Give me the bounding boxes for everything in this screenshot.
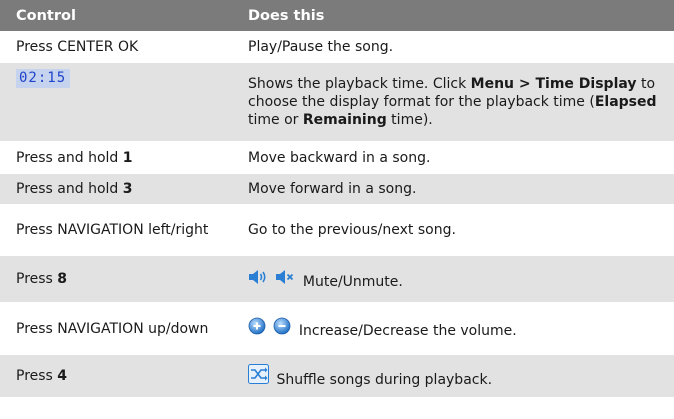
description-text: Shuffle songs during playback.: [276, 371, 493, 388]
remaining-option-text: Remaining: [302, 112, 387, 128]
table-row: 02:15 Shows the playback time. Click Men…: [0, 62, 674, 142]
description-cell: Move backward in a song.: [234, 141, 674, 174]
speaker-mute-icon: [275, 268, 295, 291]
table-row: Press and hold 1 Move backward in a song…: [0, 141, 674, 174]
description-text: time or: [248, 112, 303, 128]
description-text: time).: [386, 112, 433, 128]
description-cell: Shows the playback time. Click Menu > Ti…: [234, 62, 674, 142]
control-cell: Press and hold 1: [0, 141, 234, 174]
key-label: 4: [57, 368, 68, 384]
menu-path-text: Menu > Time Display: [470, 76, 637, 92]
description-text: Increase/Decrease the volume.: [298, 323, 517, 339]
control-cell: Press and hold 3: [0, 173, 234, 205]
control-text: Press and hold: [16, 181, 123, 197]
description-cell: Shuffle songs during playback.: [234, 354, 674, 398]
control-cell: Press CENTER OK: [0, 31, 234, 63]
control-cell: Press 8: [0, 255, 234, 303]
elapsed-option-text: Elapsed: [594, 94, 657, 110]
control-cell: 02:15: [0, 62, 234, 142]
description-cell: Increase/Decrease the volume.: [234, 302, 674, 355]
key-label: 1: [122, 149, 133, 166]
control-text: Press: [16, 271, 58, 287]
description-cell: Mute/Unmute.: [234, 255, 674, 303]
table-row: Press and hold 3 Move forward in a song.: [0, 173, 674, 205]
key-label: 3: [122, 181, 133, 197]
column-header-does-this: Does this: [234, 0, 674, 32]
column-header-control: Control: [0, 0, 234, 32]
description-text: Mute/Unmute.: [302, 273, 403, 290]
control-text: Press and hold: [16, 149, 123, 166]
volume-down-icon: [273, 317, 291, 340]
table-row: Press NAVIGATION left/right Go to the pr…: [0, 204, 674, 256]
control-cell: Press 4: [0, 354, 234, 398]
key-label: 8: [57, 271, 68, 287]
description-text: Shows the playback time. Click: [248, 76, 471, 92]
table-row: Press NAVIGATION up/down Increase/Decrea…: [0, 302, 674, 355]
speaker-on-icon: [248, 268, 268, 291]
volume-up-icon: [248, 317, 266, 340]
control-cell: Press NAVIGATION up/down: [0, 302, 234, 355]
control-text: Press: [16, 368, 58, 384]
table-row: Press 4 Shuffle songs during playback.: [0, 354, 674, 398]
shuffle-icon: [248, 363, 269, 389]
control-cell: Press NAVIGATION left/right: [0, 204, 234, 256]
table-row: Press 8 Mute/Unmute.: [0, 255, 674, 303]
controls-table: Control Does this Press CENTER OK Play/P…: [0, 0, 674, 398]
time-display-readout: 02:15: [16, 69, 71, 88]
table-header-row: Control Does this: [0, 0, 674, 32]
description-cell: Play/Pause the song.: [234, 31, 674, 63]
description-cell: Go to the previous/next song.: [234, 204, 674, 256]
table-row: Press CENTER OK Play/Pause the song.: [0, 31, 674, 63]
description-cell: Move forward in a song.: [234, 173, 674, 205]
